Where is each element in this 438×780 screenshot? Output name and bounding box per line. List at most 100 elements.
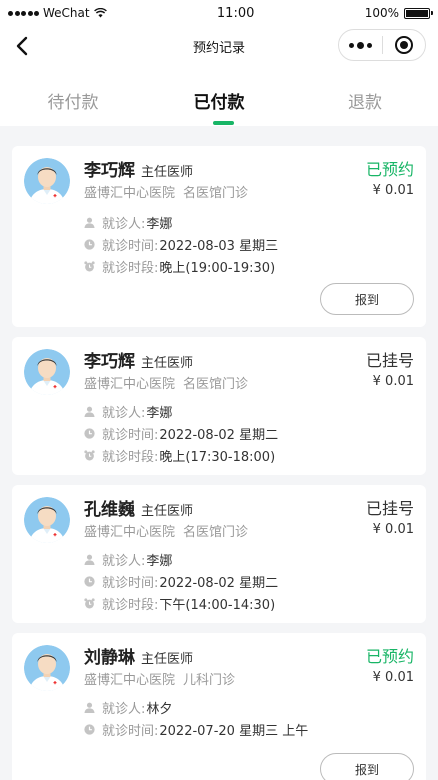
doctor-name: 孔维巍 — [84, 500, 135, 520]
visit-period-row: 就诊时段: 下午(14:00-14:30) — [84, 594, 275, 613]
visit-period: 晚上(19:00-19:30) — [159, 261, 276, 276]
hospital-info: 盛博汇中心医院 名医馆门诊 — [84, 373, 248, 392]
hospital-name: 盛博汇中心医院 — [84, 525, 176, 540]
hospital-info: 盛博汇中心医院 儿科门诊 — [84, 669, 235, 688]
header: WeChat 11:00 100% 预约记录 待付款 已付款 退款 — [0, 0, 438, 126]
patient-row: 就诊人: 李娜 — [84, 402, 172, 421]
doctor-title: 主任医师 — [141, 165, 194, 180]
hospital-name: 盛博汇中心医院 — [84, 377, 176, 392]
active-tab-indicator — [213, 121, 234, 125]
appointment-card[interactable]: 李巧辉 主任医师 盛博汇中心医院 名医馆门诊 已挂号 ¥ 0.01 就诊人: 李娜 就… — [12, 337, 426, 475]
signal-icon — [8, 10, 39, 16]
price: ¥ 0.01 — [372, 374, 414, 389]
mini-program-capsule — [338, 29, 426, 61]
alarm-icon — [84, 450, 95, 461]
doctor-name: 李巧辉 — [84, 352, 135, 372]
hospital-name: 盛博汇中心医院 — [84, 186, 176, 201]
alarm-icon — [84, 598, 95, 609]
visit-period: 下午(14:00-14:30) — [159, 598, 276, 613]
visit-period-label: 就诊时段: — [102, 598, 159, 613]
patient-row: 就诊人: 李娜 — [84, 213, 172, 232]
price: ¥ 0.01 — [372, 522, 414, 537]
price: ¥ 0.01 — [372, 183, 414, 198]
order-tabs: 待付款 已付款 退款 — [0, 66, 438, 126]
close-target-icon[interactable] — [383, 30, 425, 60]
checkin-button[interactable]: 报到 — [320, 753, 414, 780]
appointment-card[interactable]: 李巧辉 主任医师 盛博汇中心医院 名医馆门诊 已预约 ¥ 0.01 就诊人: 李娜 就… — [12, 146, 426, 327]
wifi-icon — [93, 8, 107, 18]
visit-time-row: 就诊时间: 2022-08-02 星期二 — [84, 424, 278, 443]
patient-label: 就诊人: — [102, 702, 146, 717]
department-name: 名医馆门诊 — [183, 186, 249, 201]
visit-date: 2022-08-02 星期二 — [159, 428, 279, 443]
checkin-button[interactable]: 报到 — [320, 283, 414, 315]
battery-percent: 100% — [364, 6, 399, 20]
person-icon — [84, 554, 95, 565]
doctor-title: 主任医师 — [141, 504, 194, 519]
department-name: 名医馆门诊 — [183, 377, 249, 392]
tab-paid[interactable]: 已付款 — [146, 66, 292, 126]
visit-period: 晚上(17:30-18:00) — [159, 450, 276, 465]
visit-time-label: 就诊时间: — [102, 428, 159, 443]
status-bar: WeChat 11:00 100% — [0, 0, 438, 26]
clock-time: 11:00 — [216, 5, 255, 21]
doctor-avatar — [24, 349, 70, 395]
visit-date: 2022-07-20 星期三 上午 — [159, 724, 309, 739]
appointment-card[interactable]: 孔维巍 主任医师 盛博汇中心医院 名医馆门诊 已挂号 ¥ 0.01 就诊人: 李娜 就… — [12, 485, 426, 623]
hospital-info: 盛博汇中心医院 名医馆门诊 — [84, 182, 248, 201]
page-title: 预约记录 — [192, 40, 245, 56]
patient-name: 林夕 — [146, 702, 173, 717]
visit-time-row: 就诊时间: 2022-08-02 星期二 — [84, 572, 278, 591]
status-badge: 已挂号 — [365, 351, 414, 370]
doctor-avatar — [24, 497, 70, 543]
visit-time-label: 就诊时间: — [102, 576, 159, 591]
back-arrow-icon[interactable] — [10, 33, 36, 59]
person-icon — [84, 406, 95, 417]
visit-time-label: 就诊时间: — [102, 239, 159, 254]
visit-time-label: 就诊时间: — [102, 724, 159, 739]
hospital-name: 盛博汇中心医院 — [84, 673, 176, 688]
patient-name: 李娜 — [146, 406, 173, 421]
status-badge: 已预约 — [365, 160, 414, 179]
visit-period-label: 就诊时段: — [102, 261, 159, 276]
visit-date: 2022-08-03 星期三 — [159, 239, 279, 254]
more-menu-icon[interactable] — [339, 30, 382, 60]
clock-icon — [84, 576, 95, 587]
clock-icon — [84, 724, 95, 735]
patient-label: 就诊人: — [102, 554, 146, 569]
status-badge: 已挂号 — [365, 499, 414, 518]
patient-row: 就诊人: 李娜 — [84, 550, 172, 569]
alarm-icon — [84, 261, 95, 272]
tab-unpaid[interactable]: 待付款 — [0, 66, 146, 126]
doctor-avatar — [24, 645, 70, 691]
clock-icon — [84, 239, 95, 250]
appointment-card[interactable]: 刘静琳 主任医师 盛博汇中心医院 儿科门诊 已预约 ¥ 0.01 就诊人: 林夕 就诊… — [12, 633, 426, 780]
nav-bar: 预约记录 — [0, 26, 438, 66]
tab-refund[interactable]: 退款 — [292, 66, 438, 126]
carrier-label: WeChat — [43, 6, 90, 20]
visit-period-row: 就诊时段: 晚上(17:30-18:00) — [84, 446, 275, 465]
doctor-title: 主任医师 — [141, 652, 194, 667]
patient-label: 就诊人: — [102, 406, 146, 421]
price: ¥ 0.01 — [372, 670, 414, 685]
department-name: 名医馆门诊 — [183, 525, 249, 540]
department-name: 儿科门诊 — [183, 673, 236, 688]
patient-name: 李娜 — [146, 217, 173, 232]
person-icon — [84, 702, 95, 713]
visit-time-row: 就诊时间: 2022-07-20 星期三 上午 — [84, 720, 308, 739]
doctor-avatar — [24, 158, 70, 204]
person-icon — [84, 217, 95, 228]
visit-period-label: 就诊时段: — [102, 450, 159, 465]
battery-icon — [404, 7, 433, 19]
visit-time-row: 就诊时间: 2022-08-03 星期三 — [84, 235, 278, 254]
doctor-name: 李巧辉 — [84, 161, 135, 181]
status-badge: 已预约 — [365, 647, 414, 666]
patient-row: 就诊人: 林夕 — [84, 698, 172, 717]
clock-icon — [84, 428, 95, 439]
patient-label: 就诊人: — [102, 217, 146, 232]
doctor-name: 刘静琳 — [84, 648, 135, 668]
patient-name: 李娜 — [146, 554, 173, 569]
visit-period-row: 就诊时段: 晚上(19:00-19:30) — [84, 257, 275, 276]
hospital-info: 盛博汇中心医院 名医馆门诊 — [84, 521, 248, 540]
doctor-title: 主任医师 — [141, 356, 194, 371]
